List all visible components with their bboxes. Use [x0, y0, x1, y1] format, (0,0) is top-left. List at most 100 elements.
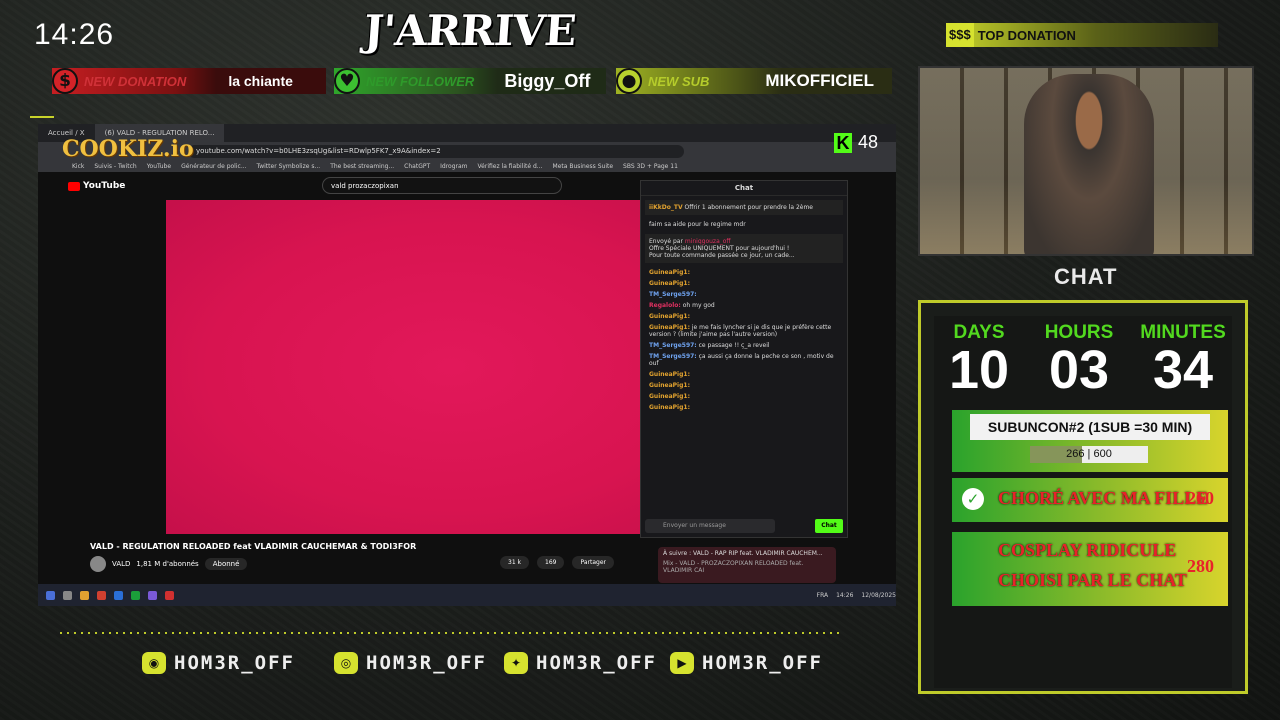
- youtube-search-input[interactable]: vald prozaczopixan: [322, 177, 562, 194]
- alert-value: la chiante: [228, 73, 293, 89]
- alert-label: NEW DONATION: [84, 73, 187, 89]
- taskbar-lang: FRA: [816, 591, 829, 599]
- social-handle: HOM3R_OFF: [174, 652, 295, 674]
- social-instagram: ◎ HOM3R_OFF: [334, 652, 487, 674]
- chat-note: faim sa aide pour le regime mdr: [649, 221, 746, 228]
- like-button[interactable]: 31 k: [500, 556, 530, 569]
- chat-message: TM_Serge597: ce passage !! ç_a reveil: [641, 340, 847, 351]
- kick-icon: K: [834, 132, 852, 153]
- chat-user[interactable]: GuineaPig1:: [649, 404, 690, 411]
- chat-message: GuineaPig1:: [641, 267, 847, 278]
- days-value: 10: [948, 340, 1010, 400]
- money-icon: $$$: [946, 23, 974, 47]
- url-field[interactable]: youtube.com/watch?v=b0LHE3zsqUg&list=RDw…: [188, 144, 684, 158]
- instagram-icon: ◎: [334, 652, 358, 674]
- bookmark[interactable]: SBS 3D + Page 11: [623, 163, 678, 170]
- bookmark[interactable]: Meta Business Suite: [553, 163, 614, 170]
- dollar-icon: $: [52, 68, 78, 94]
- kick-viewer-count: K 48: [834, 132, 878, 153]
- chat-user[interactable]: GuineaPig1:: [649, 393, 690, 400]
- goal-text: COSPLAY RIDICULE: [998, 540, 1177, 560]
- bookmark[interactable]: ChatGPT: [404, 163, 430, 170]
- channel-subs: 1,81 M d'abonnés: [136, 560, 199, 568]
- frame-corner: [30, 116, 54, 118]
- chat-user[interactable]: Regalolo:: [649, 302, 681, 309]
- chat-user[interactable]: TM_Serge597:: [649, 342, 697, 349]
- taskbar-time: 14:26: [836, 591, 854, 599]
- discord-taskbar-icon[interactable]: [148, 590, 157, 600]
- pinned-user: miniqgouza_off: [684, 238, 731, 245]
- social-handle: HOM3R_OFF: [536, 652, 657, 674]
- chat-message: Regalolo: oh my god: [641, 300, 847, 311]
- social-twitter: ✦ HOM3R_OFF: [504, 652, 657, 674]
- alert-new-donation: $ NEW DONATION la chiante: [52, 68, 326, 94]
- bookmark[interactable]: Vérifiez la fiabilité d...: [478, 163, 543, 170]
- app-icon[interactable]: [114, 590, 123, 600]
- channel-name[interactable]: VALD: [112, 560, 130, 568]
- bookmark[interactable]: Kick: [72, 163, 84, 170]
- taskbar-date: 12/08/2025: [861, 591, 896, 599]
- chat-user[interactable]: GuineaPig1:: [649, 313, 690, 320]
- bookmark[interactable]: YouTube: [147, 163, 171, 170]
- stream-logo: J'ARRIVE: [362, 6, 578, 55]
- hours-value: 03: [1048, 340, 1110, 400]
- subathon-progress-text: 266 | 600: [1066, 448, 1112, 460]
- up-next-title: À suivre : VALD - RAP RIP feat. VLADIMIR…: [663, 550, 823, 557]
- video-player[interactable]: [166, 200, 642, 534]
- minutes-value: 34: [1152, 340, 1214, 400]
- twitter-icon: ✦: [504, 652, 528, 674]
- chat-message: GuineaPig1:: [641, 311, 847, 322]
- chat-user[interactable]: GuineaPig1:: [649, 382, 690, 389]
- subscribed-button[interactable]: Abonné: [204, 558, 248, 570]
- check-icon: ✓: [962, 488, 984, 510]
- goal-item: ✓ CHORÉ AVEC MA FILLE 260: [952, 478, 1228, 522]
- bookmark[interactable]: Générateur de polic...: [181, 163, 246, 170]
- bookmark[interactable]: Idrogram: [440, 163, 467, 170]
- goal-text: CHORÉ AVEC MA FILLE: [998, 488, 1209, 508]
- brave-icon[interactable]: [97, 590, 106, 600]
- chat-message: GuineaPig1:: [641, 278, 847, 289]
- share-button[interactable]: Partager: [572, 556, 614, 569]
- clock: 14:26: [34, 18, 115, 51]
- social-handle: HOM3R_OFF: [366, 652, 487, 674]
- chat-user[interactable]: GuineaPig1:: [649, 280, 690, 287]
- subathon-progress: 266 | 600: [1030, 446, 1148, 463]
- gift-user: iiKkDo_TV: [649, 204, 683, 211]
- up-next-card[interactable]: À suivre : VALD - RAP RIP feat. VLADIMIR…: [658, 547, 836, 583]
- chat-message: GuineaPig1: je me fais lyncher si je dis…: [641, 322, 847, 340]
- chat-user[interactable]: GuineaPig1:: [649, 324, 690, 331]
- bookmark[interactable]: Suivis - Twitch: [94, 163, 136, 170]
- app-icon[interactable]: [165, 590, 174, 600]
- video-title: VALD - REGULATION RELOADED feat VLADIMIR…: [90, 542, 417, 551]
- chat-message-input[interactable]: Envoyer un message: [645, 519, 775, 533]
- pinned-line: Offre Spéciale UNIQUEMENT pour aujourd'h…: [649, 245, 790, 252]
- heart-icon: ♥: [334, 68, 360, 94]
- divider: [60, 632, 840, 634]
- goal-text-line2: CHOISI PAR LE CHAT: [998, 570, 1187, 590]
- social-discord: ◉ HOM3R_OFF: [142, 652, 295, 674]
- chat-pinned: Envoyé par miniqgouza_off Offre Spéciale…: [645, 234, 843, 263]
- chat-user[interactable]: GuineaPig1:: [649, 371, 690, 378]
- app-icon[interactable]: [131, 590, 140, 600]
- subathon-target: 600: [1093, 448, 1112, 460]
- chat-send-button[interactable]: Chat: [815, 519, 843, 533]
- youtube-logo[interactable]: YouTube: [68, 181, 125, 191]
- youtube-icon: ▶: [670, 652, 694, 674]
- bookmark[interactable]: Twitter Symbolize s...: [257, 163, 321, 170]
- chat-message: GuineaPig1:: [641, 391, 847, 402]
- windows-taskbar: FRA 14:26 12/08/2025: [38, 584, 896, 606]
- subathon-title: SUBUNCON#2 (1SUB =30 MIN): [970, 414, 1210, 440]
- chat-user[interactable]: TM_Serge597:: [649, 353, 697, 360]
- chat-user[interactable]: TM_Serge597:: [649, 291, 697, 298]
- channel-avatar[interactable]: [90, 556, 106, 572]
- subathon-card: SUBUNCON#2 (1SUB =30 MIN) 266 | 600: [952, 410, 1228, 472]
- youtube-play-icon: [68, 181, 80, 191]
- file-explorer-icon[interactable]: [80, 590, 89, 600]
- up-next-subtitle: Mix - VALD - PROZACZOPIXAN RELOADED feat…: [663, 560, 804, 574]
- bookmark[interactable]: The best streaming...: [330, 163, 394, 170]
- windows-start-icon[interactable]: [46, 590, 55, 600]
- video-actions: 31 k 169 Partager: [500, 556, 614, 569]
- chat-user[interactable]: GuineaPig1:: [649, 269, 690, 276]
- search-icon[interactable]: [63, 590, 72, 600]
- comments-count[interactable]: 169: [537, 556, 565, 569]
